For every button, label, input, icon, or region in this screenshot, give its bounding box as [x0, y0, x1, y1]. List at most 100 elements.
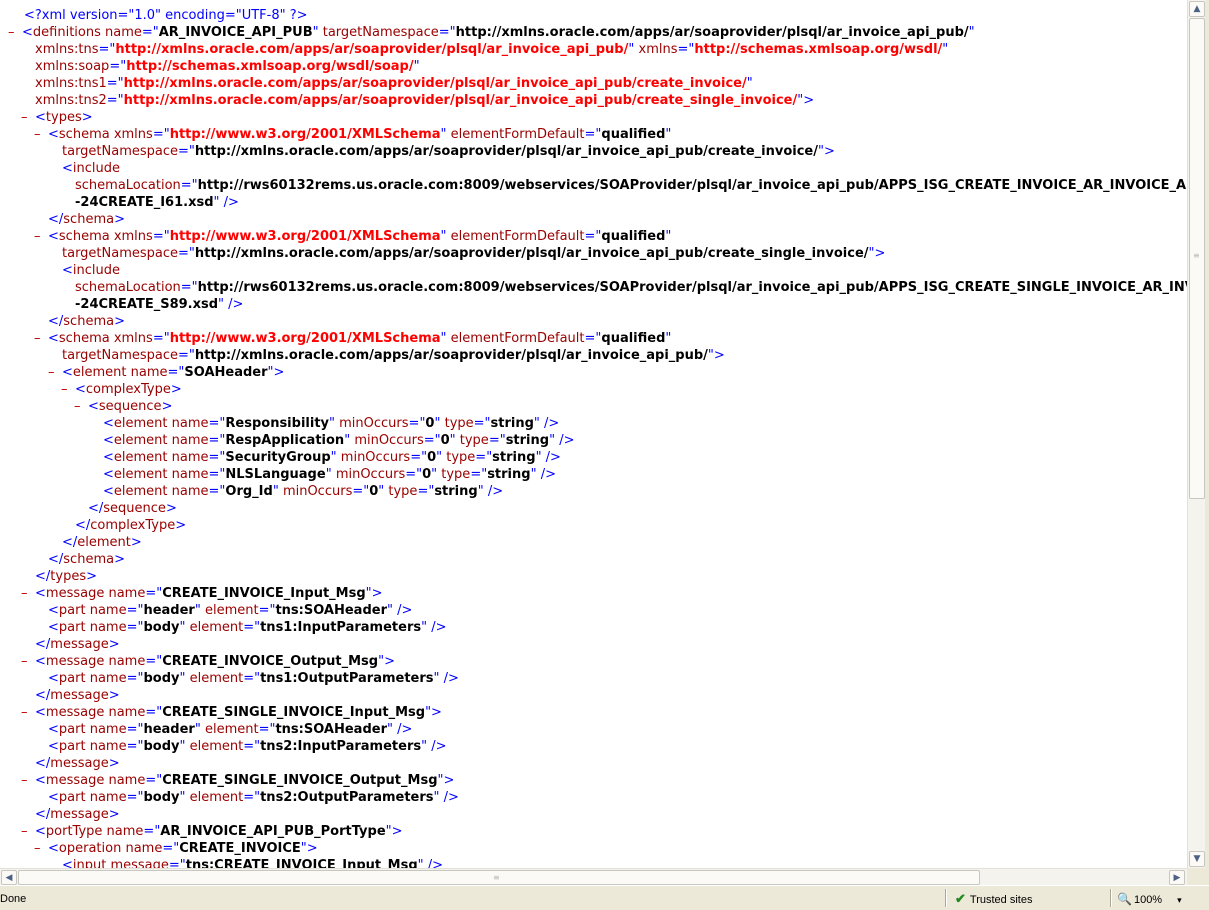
xml-token: =" [152, 229, 170, 244]
xml-line-content: <message name="CREATE_SINGLE_INVOICE_Out… [35, 772, 454, 789]
xml-token: element [189, 620, 244, 635]
collapse-toggle[interactable]: – [34, 840, 41, 857]
xml-token: =" [208, 416, 226, 431]
arrow-right-icon: ▶ [1173, 873, 1181, 883]
scroll-up-button[interactable]: ▲ [1189, 1, 1205, 17]
xml-token: minOccurs [340, 450, 411, 465]
xml-token: schemaLocation [75, 280, 181, 295]
xml-token: =" [178, 246, 195, 261]
xml-line: </complexType> [0, 517, 1187, 534]
xml-token: string [490, 416, 534, 431]
xml-line-content: -24CREATE_I61.xsd" /> [75, 194, 239, 211]
zoom-level: 100% [1133, 894, 1163, 906]
zoom-control[interactable]: 🔍 100% ▾ [1117, 891, 1182, 907]
horizontal-scroll-thumb[interactable]: ≡ [18, 870, 980, 885]
xml-token: schema [63, 552, 115, 567]
collapse-toggle[interactable]: – [48, 364, 55, 381]
xml-token: " /> [549, 433, 575, 448]
xml-token: " [440, 127, 451, 142]
xml-token: " /> [421, 620, 447, 635]
arrow-down-icon: ▼ [1193, 854, 1201, 864]
horizontal-scrollbar[interactable]: ◀ ≡ ▶ [0, 868, 1187, 886]
xml-token: element [204, 722, 259, 737]
xml-token: " [378, 484, 389, 499]
xml-line: </message> [0, 755, 1187, 772]
xml-token: =" [178, 348, 195, 363]
collapse-toggle[interactable]: – [21, 823, 28, 840]
xml-token: =" [145, 705, 163, 720]
xml-line: </message> [0, 636, 1187, 653]
xml-token: sequence [98, 399, 162, 414]
xml-token: =" [352, 484, 370, 499]
xml-token: " /> [433, 790, 459, 805]
collapse-toggle[interactable]: – [21, 772, 28, 789]
collapse-toggle[interactable]: – [21, 704, 28, 721]
xml-token: part name [58, 603, 127, 618]
xml-line-content: schemaLocation="http://rws60132rems.us.o… [75, 177, 1187, 194]
xml-token: message name [45, 654, 146, 669]
collapse-toggle[interactable]: – [34, 126, 41, 143]
collapse-toggle[interactable]: – [8, 24, 15, 41]
xml-token: operation name [58, 841, 163, 856]
xml-token: < [62, 365, 73, 380]
xml-line-content: <message name="CREATE_INVOICE_Input_Msg"… [35, 585, 383, 602]
xml-token: =" [126, 671, 144, 686]
chevron-down-icon[interactable]: ▾ [1177, 895, 1182, 905]
xml-token: " /> [530, 467, 556, 482]
xml-token: =" [126, 790, 144, 805]
collapse-toggle[interactable]: – [34, 330, 41, 347]
xml-token: " /> [387, 603, 413, 618]
xml-token: =" [180, 280, 198, 295]
xml-line: <part name="body" element="tns1:OutputPa… [0, 670, 1187, 687]
xml-token: " /> [421, 739, 447, 754]
xml-token: SecurityGroup [225, 450, 331, 465]
xml-line: <element name="NLSLanguage" minOccurs="0… [0, 466, 1187, 483]
xml-token: " [179, 671, 190, 686]
xml-token: < [35, 705, 46, 720]
collapse-toggle[interactable]: – [74, 398, 81, 415]
xml-line-content: <include [62, 160, 120, 177]
xml-line: – <sequence> [0, 398, 1187, 415]
xml-line-content: <types> [35, 109, 93, 126]
xml-token: > [114, 552, 125, 567]
xml-token: "> [425, 705, 442, 720]
collapse-toggle[interactable]: – [21, 109, 28, 126]
xml-line-content: <schema xmlns="http://www.w3.org/2001/XM… [48, 228, 671, 245]
xml-token: "> [818, 144, 835, 159]
xml-line-content: <part name="header" element="tns:SOAHead… [48, 721, 412, 738]
xml-line-content: </element> [62, 534, 142, 551]
xml-line-content: <complexType> [75, 381, 182, 398]
xml-token: > [114, 212, 125, 227]
xml-token: < [48, 671, 59, 686]
xml-token: part name [58, 722, 127, 737]
xml-token: </ [75, 518, 91, 533]
xml-line: – <operation name="CREATE_INVOICE"> [0, 840, 1187, 857]
xml-token: =" [243, 790, 261, 805]
scroll-down-button[interactable]: ▼ [1189, 851, 1205, 867]
xml-token: tns:SOAHeader [275, 603, 387, 618]
xml-token: =" [208, 450, 226, 465]
xml-token: complexType [85, 382, 171, 397]
xml-token: </ [48, 552, 64, 567]
xml-token: =" [584, 331, 602, 346]
xml-line: <part name="body" element="tns2:InputPar… [0, 738, 1187, 755]
vertical-scrollbar[interactable]: ▲ ≡ ▼ [1187, 0, 1206, 868]
xml-token: </ [35, 807, 51, 822]
xml-token: =" [167, 365, 185, 380]
vertical-scroll-thumb[interactable]: ≡ [1189, 18, 1205, 499]
collapse-toggle[interactable]: – [21, 585, 28, 602]
xml-token: < [62, 263, 73, 278]
collapse-toggle[interactable]: – [34, 228, 41, 245]
xml-token: < [48, 722, 59, 737]
scroll-right-button[interactable]: ▶ [1169, 870, 1185, 885]
xml-token: =" [473, 416, 491, 431]
security-zone[interactable]: ✔ Trusted sites [955, 891, 1032, 907]
xml-token: < [103, 484, 114, 499]
collapse-toggle[interactable]: – [21, 653, 28, 670]
xml-token: =" [152, 127, 170, 142]
xml-line: <part name="body" element="tns2:OutputPa… [0, 789, 1187, 806]
xml-line-content: <part name="body" element="tns1:OutputPa… [48, 670, 459, 687]
xml-token: =" [168, 858, 186, 868]
collapse-toggle[interactable]: – [61, 381, 68, 398]
scroll-left-button[interactable]: ◀ [1, 870, 17, 885]
